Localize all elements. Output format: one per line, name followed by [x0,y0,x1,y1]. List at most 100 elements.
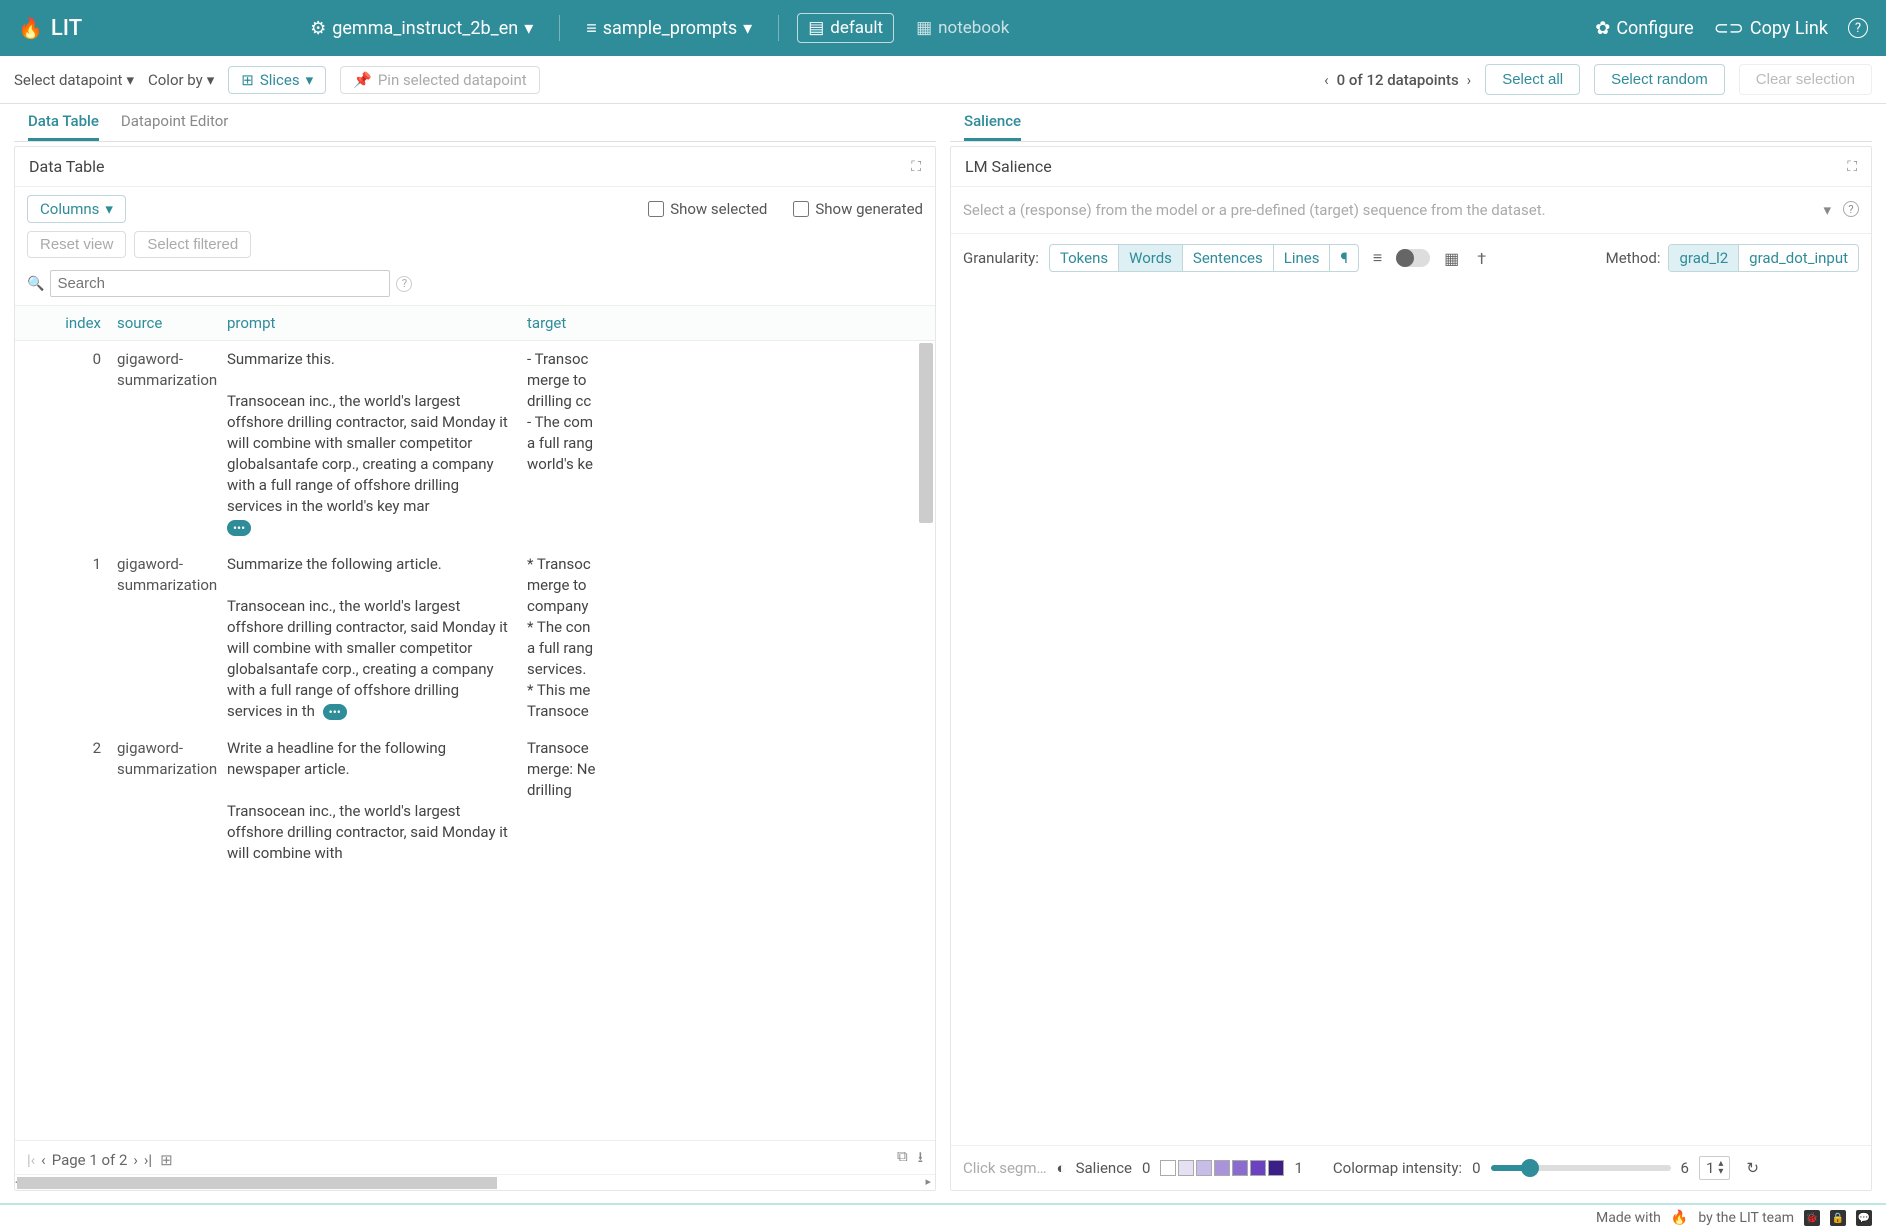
salience-footer: Click segm… ◐ Salience 0 1 Colormap inte… [951,1145,1871,1190]
expand-icon[interactable]: ⛶ [911,159,921,175]
page-last-icon[interactable]: ›| [144,1151,152,1169]
search-input[interactable] [50,270,390,297]
scroll-right-icon[interactable]: ▸ [925,1175,931,1188]
tab-datapoint-editor[interactable]: Datapoint Editor [121,112,229,141]
slices-button[interactable]: ⊞ Slices ▾ [228,66,326,94]
page-prev-icon[interactable]: ‹ [41,1151,46,1169]
display-toggle[interactable] [1396,249,1430,267]
clear-selection-button[interactable]: Clear selection [1739,64,1872,95]
col-prompt[interactable]: prompt [227,314,527,332]
legend-swatch [1232,1160,1248,1176]
legend-swatch [1268,1160,1284,1176]
select-filtered-button[interactable]: Select filtered [134,231,251,258]
app-logo: 🔥 LIT [18,16,82,41]
model-name: gemma_instruct_2b_en [332,18,518,39]
data-table-controls-2: Reset view Select filtered [15,231,935,266]
fire-icon: 🔥 [1671,1210,1688,1226]
footer-text-2: by the LIT team [1698,1210,1794,1226]
copy-link-label: Copy Link [1750,18,1828,39]
configure-button[interactable]: ✿ Configure [1595,18,1694,39]
tab-data-table[interactable]: Data Table [28,112,99,141]
layout-default-button[interactable]: ▤ default [797,13,894,43]
granularity-words[interactable]: Words [1119,245,1183,271]
model-selector[interactable]: ⚙ gemma_instruct_2b_en ▾ [302,14,541,43]
nav-prev-icon[interactable]: ‹ [1324,71,1329,89]
slices-label: Slices [260,71,300,89]
help-icon[interactable]: ? [396,276,412,292]
cell-target: Transoce merge: Ne drilling [527,738,637,864]
expand-pill[interactable]: ••• [227,520,251,536]
copy-link-button[interactable]: ⊂⊃ Copy Link [1714,18,1828,39]
density-icon[interactable]: ≡ [1369,246,1386,270]
expand-pill[interactable]: ••• [323,704,347,720]
page-first-icon[interactable]: |‹ [27,1151,35,1169]
show-generated-checkbox[interactable]: Show generated [793,200,923,218]
help-icon[interactable]: ? [1843,201,1859,217]
dataset-selector[interactable]: ≡ sample_prompts ▾ [578,14,760,43]
feedback-icon[interactable]: 💬 [1856,1210,1872,1226]
select-datapoint-label: Select datapoint [14,71,122,89]
topbar: 🔥 LIT ⚙ gemma_instruct_2b_en ▾ ≡ sample_… [0,0,1886,56]
scale-max: 1 [1294,1159,1302,1177]
legend-swatch [1196,1160,1212,1176]
split-icon[interactable]: † [1473,247,1490,270]
checkbox[interactable] [648,201,664,217]
reset-icon[interactable]: ↻ [1746,1159,1759,1177]
table-view-icon[interactable]: ⊞ [160,1151,173,1169]
method-grad-dot-input[interactable]: grad_dot_input [1739,245,1858,271]
copy-icon[interactable]: ⧉ [897,1147,908,1172]
granularity-sentences[interactable]: Sentences [1183,245,1274,271]
separator [778,15,779,41]
select-all-button[interactable]: Select all [1485,64,1580,95]
scrollbar-thumb[interactable] [919,343,933,523]
granularity-pilcrow[interactable]: ¶ [1330,245,1357,271]
colormap-value: 1 [1706,1159,1714,1177]
table-row[interactable]: 1gigaword-summarizationSummarize the fol… [15,546,935,730]
columns-button[interactable]: Columns ▾ [27,195,126,223]
cell-index: 0 [27,349,117,538]
select-random-button[interactable]: Select random [1594,64,1725,95]
tab-salience[interactable]: Salience [964,112,1021,141]
grid-view-icon[interactable]: ▦ [1440,247,1463,270]
reset-view-button[interactable]: Reset view [27,231,126,258]
color-by-menu[interactable]: Color by ▾ [148,71,214,89]
chevron-down-icon[interactable]: ▾ [1823,201,1831,219]
salience-legend-icon: ◐ [1057,1159,1066,1177]
footer-text-1: Made with [1596,1210,1661,1226]
nav-next-icon[interactable]: › [1467,71,1472,89]
layout-notebook-button[interactable]: ▦ notebook [906,14,1019,42]
table-hscroll[interactable]: ◂ ▸ [15,1174,935,1190]
expand-icon[interactable]: ⛶ [1847,159,1857,175]
data-table-header: Data Table ⛶ [15,147,935,187]
granularity-lines[interactable]: Lines [1274,245,1331,271]
hscroll-thumb[interactable] [17,1177,497,1189]
colormap-min: 0 [1472,1159,1480,1177]
help-icon[interactable]: ? [1848,18,1868,38]
granularity-tokens[interactable]: Tokens [1050,245,1119,271]
lock-icon[interactable]: 🔒 [1830,1210,1846,1226]
app-name: LIT [51,16,82,41]
chevron-down-icon: ▾ [207,71,215,89]
col-source[interactable]: source [117,314,227,332]
download-icon[interactable]: ⭳ [918,1147,923,1172]
page-next-icon[interactable]: › [133,1151,138,1169]
pin-datapoint-button[interactable]: 📌 Pin selected datapoint [340,66,540,94]
salience-target-selector[interactable]: Select a (response) from the model or a … [951,187,1871,234]
checkbox[interactable] [793,201,809,217]
data-table-panel: Data Table ⛶ Columns ▾ Show selected Sho… [14,146,936,1191]
show-selected-checkbox[interactable]: Show selected [648,200,767,218]
table-row[interactable]: 2gigaword-summarizationWrite a headline … [15,730,935,872]
select-datapoint-menu[interactable]: Select datapoint ▾ [14,71,134,89]
colormap-slider[interactable] [1491,1165,1671,1171]
table-row[interactable]: 0gigaword-summarizationSummarize this. T… [15,341,935,546]
bug-icon[interactable]: 🐞 [1804,1210,1820,1226]
stepper-icon[interactable]: ▴▾ [1718,1160,1723,1176]
top-right: ✿ Configure ⊂⊃ Copy Link ? [1595,18,1868,39]
method-grad-l2[interactable]: grad_l2 [1669,245,1739,271]
col-target[interactable]: target [527,314,637,332]
chevron-down-icon: ▾ [105,200,113,218]
col-index[interactable]: index [27,314,117,332]
cell-index: 1 [27,554,117,722]
separator [559,15,560,41]
colormap-value-input[interactable]: 1 ▴▾ [1699,1156,1730,1180]
